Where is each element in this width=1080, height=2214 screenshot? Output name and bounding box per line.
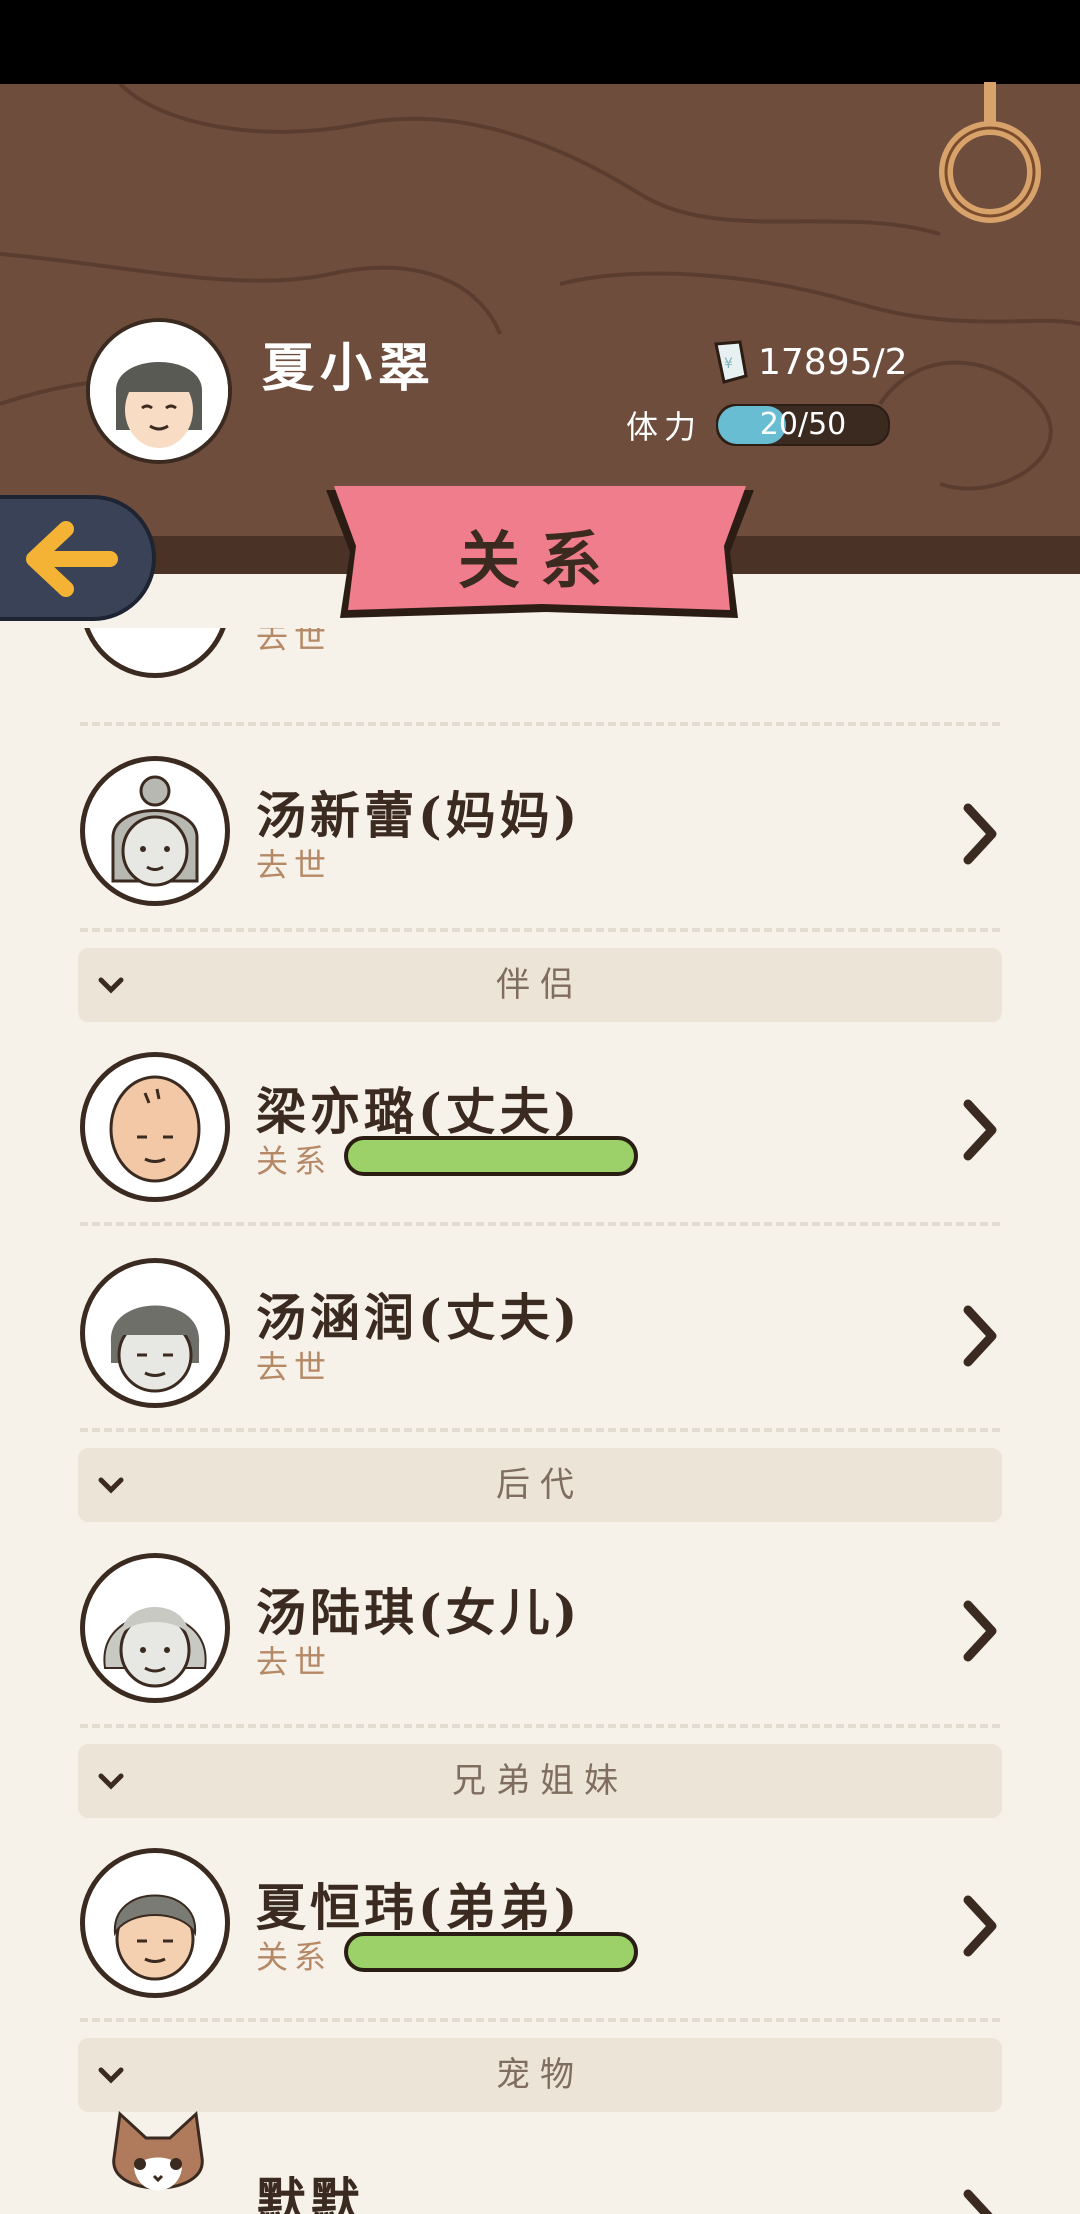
- divider: [80, 928, 1000, 932]
- stamina-label: 体力: [626, 408, 703, 446]
- arrow-left-icon: [26, 521, 118, 597]
- chevron-right-icon[interactable]: [960, 1304, 1000, 1368]
- elder-woman-face-icon: [103, 1607, 207, 1688]
- row-status: 去世: [256, 1643, 333, 1681]
- elder-woman-face-icon: [111, 775, 199, 887]
- divider: [80, 1428, 1000, 1432]
- row-status: 去世: [256, 628, 333, 656]
- relationship-list: 去世 汤新蕾(妈妈) 去世 伴侣 梁亦璐(丈夫) 关系 汤涵润(丈夫) 去世 后…: [0, 628, 1080, 2214]
- list-item-husband-2[interactable]: 汤涵润(丈夫) 去世: [80, 1208, 1000, 1408]
- row-status: 关系: [256, 1142, 333, 1180]
- money-value: 17895/2: [758, 341, 908, 383]
- back-button[interactable]: [0, 495, 156, 621]
- avatar: [80, 756, 230, 906]
- list-item-partial[interactable]: 去世: [80, 628, 1000, 678]
- player-name: 夏小翠: [262, 338, 437, 399]
- row-name: 汤涵润(丈夫): [256, 1288, 582, 1347]
- player-avatar[interactable]: [86, 318, 232, 464]
- chevron-right-icon[interactable]: [960, 1098, 1000, 1162]
- avatar: [80, 1258, 230, 1408]
- list-item-husband-1[interactable]: 梁亦璐(丈夫) 关系: [80, 1002, 1000, 1202]
- row-name: 夏恒玮(弟弟): [256, 1878, 582, 1937]
- chevron-right-icon[interactable]: [960, 2188, 1000, 2214]
- chevron-right-icon[interactable]: [960, 1599, 1000, 1663]
- page-title: 关系: [457, 524, 622, 597]
- svg-text:¥: ¥: [724, 356, 733, 372]
- elder-man-face-icon: [110, 1305, 200, 1393]
- man-face-icon: [113, 1894, 197, 1981]
- player-face-icon: [90, 322, 228, 460]
- relation-bar: [344, 1136, 638, 1176]
- row-status: 关系: [256, 1938, 333, 1976]
- list-item-mother[interactable]: 汤新蕾(妈妈) 去世: [80, 706, 1000, 906]
- divider: [80, 1724, 1000, 1728]
- avatar: [80, 628, 230, 678]
- chevron-right-icon[interactable]: [960, 1894, 1000, 1958]
- stamina-bar: 20/50: [716, 404, 891, 446]
- divider: [80, 2018, 1000, 2022]
- bald-man-face-icon: [109, 1075, 201, 1183]
- list-item-brother[interactable]: 夏恒玮(弟弟) 关系: [80, 1798, 1000, 1998]
- money-display: ¥ 17895/2: [710, 340, 908, 384]
- row-name: 汤陆琪(女儿): [256, 1583, 582, 1642]
- relation-bar: [344, 1932, 638, 1972]
- row-name: 梁亦璐(丈夫): [256, 1082, 582, 1141]
- row-name: 默默: [256, 2172, 364, 2214]
- row-name: 汤新蕾(妈妈): [256, 786, 582, 845]
- row-status: 去世: [256, 846, 333, 884]
- row-status: 去世: [256, 1348, 333, 1386]
- ring-icon[interactable]: [930, 82, 1050, 232]
- list-item-daughter[interactable]: 汤陆琪(女儿) 去世: [80, 1503, 1000, 1703]
- status-bar: [0, 0, 1080, 84]
- avatar: [80, 1553, 230, 1703]
- cat-icon: [112, 2110, 204, 2191]
- money-note-icon: ¥: [714, 340, 748, 384]
- stamina-value: 20/50: [759, 407, 847, 442]
- avatar: [80, 1052, 230, 1202]
- stamina: 体力 20/50: [626, 402, 891, 448]
- avatar: [80, 1848, 230, 1998]
- chevron-right-icon[interactable]: [960, 802, 1000, 866]
- list-item-pet[interactable]: 默默: [80, 2092, 1000, 2214]
